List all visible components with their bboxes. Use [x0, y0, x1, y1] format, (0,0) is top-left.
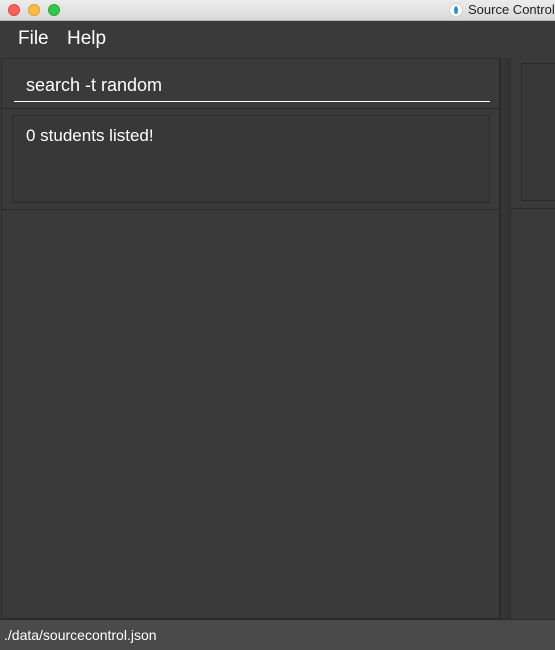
result-message: 0 students listed! [26, 126, 154, 145]
menu-bar: File Help [0, 21, 555, 58]
result-display: 0 students listed! [12, 115, 490, 203]
right-panel [510, 58, 555, 619]
save-file-path: ./data/sourcecontrol.json [4, 627, 157, 643]
left-panel: 0 students listed! [1, 58, 500, 619]
minimize-icon[interactable] [28, 4, 40, 16]
command-box [2, 59, 499, 109]
app-icon [449, 2, 463, 17]
menu-help[interactable]: Help [67, 28, 106, 50]
status-bar: ./data/sourcecontrol.json [0, 619, 555, 650]
detail-box [521, 63, 555, 201]
window-title: Source Control [468, 2, 555, 17]
right-panel-divider [511, 208, 555, 209]
menu-file[interactable]: File [18, 28, 49, 50]
app-window: Source Control File Help 0 students list… [0, 0, 555, 650]
student-list[interactable] [2, 210, 499, 618]
maximize-icon[interactable] [48, 4, 60, 16]
window-title-group: Source Control [449, 2, 555, 17]
title-bar[interactable]: Source Control [0, 0, 555, 21]
command-input[interactable] [14, 70, 490, 102]
split-pane-divider[interactable] [500, 58, 509, 619]
close-icon[interactable] [8, 4, 20, 16]
